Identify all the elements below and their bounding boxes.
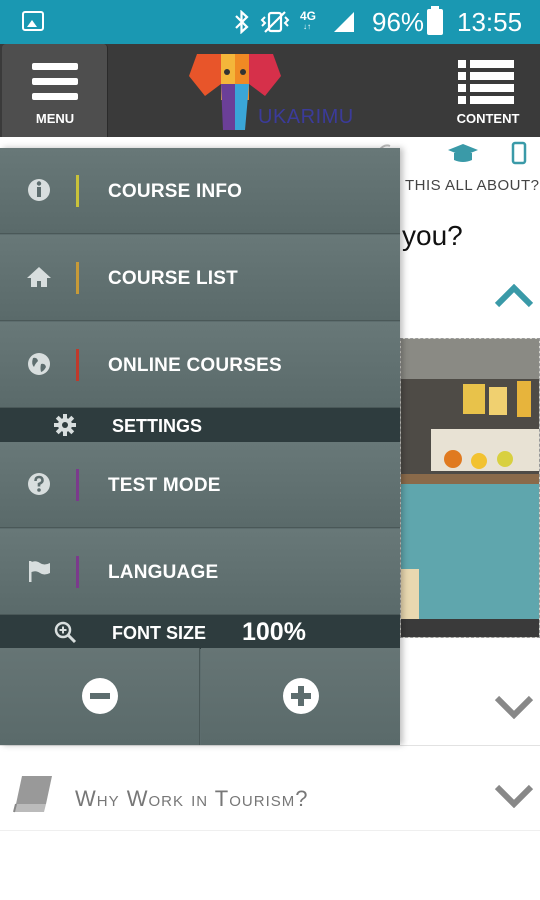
font-size-label: FONT SIZE bbox=[112, 623, 206, 643]
accent-bar bbox=[76, 469, 79, 501]
menu-item-language[interactable]: LANGUAGE bbox=[0, 529, 400, 615]
status-bar: 4G ↓↑ 96% 13:55 bbox=[0, 0, 540, 44]
divider bbox=[0, 830, 540, 831]
plus-circle-icon bbox=[283, 678, 319, 714]
chevron-down-icon[interactable] bbox=[494, 695, 534, 719]
content-list-icon bbox=[458, 60, 514, 104]
background-question-heading: you? bbox=[402, 220, 463, 251]
chevron-down-icon[interactable] bbox=[494, 784, 534, 808]
accent-bar bbox=[76, 175, 79, 207]
network-type: 4G bbox=[300, 9, 317, 23]
content-button[interactable]: CONTENT bbox=[440, 44, 540, 137]
accent-bar bbox=[76, 349, 79, 381]
image-notification-icon bbox=[22, 11, 44, 31]
flag-icon bbox=[29, 561, 50, 582]
clock: 13:55 bbox=[457, 7, 523, 37]
book-icon bbox=[13, 776, 52, 813]
menu-item-label: ONLINE COURSES bbox=[108, 355, 282, 376]
settings-label: SETTINGS bbox=[112, 416, 203, 436]
info-icon bbox=[28, 179, 50, 201]
bluetooth-icon bbox=[235, 10, 249, 34]
increase-font-button[interactable] bbox=[201, 648, 400, 745]
globe-icon bbox=[28, 353, 50, 375]
menu-label: MENU bbox=[35, 111, 75, 126]
topic-title: Why Work in Tourism? bbox=[75, 786, 309, 811]
vibrate-icon bbox=[260, 11, 290, 33]
menu-item-label: LANGUAGE bbox=[108, 562, 219, 583]
menu-item-course-info[interactable]: COURSE INFO bbox=[0, 148, 400, 234]
home-icon bbox=[27, 267, 51, 287]
question-icon bbox=[28, 473, 50, 495]
hamburger-icon bbox=[32, 63, 78, 103]
zoom-in-icon bbox=[54, 621, 77, 644]
menu-item-label: COURSE INFO bbox=[108, 181, 243, 202]
font-size-value: 100% bbox=[242, 618, 306, 646]
menu-item-online-courses[interactable]: ONLINE COURSES bbox=[0, 322, 400, 408]
minus-circle-icon bbox=[82, 678, 118, 714]
battery-percent: 96% bbox=[372, 7, 425, 37]
menu-button[interactable]: MENU bbox=[2, 44, 108, 137]
accent-bar bbox=[76, 556, 79, 588]
background-photo bbox=[400, 338, 540, 638]
content-label: CONTENT bbox=[456, 111, 520, 126]
gear-icon bbox=[54, 414, 76, 436]
menu-item-course-list[interactable]: COURSE LIST bbox=[0, 235, 400, 321]
divider bbox=[0, 745, 540, 746]
signal-icon bbox=[334, 12, 354, 32]
navigation-drawer: COURSE INFO COURSE LIST ONLINE COURSES S bbox=[0, 148, 400, 745]
background-question-text: THIS ALL ABOUT? bbox=[405, 177, 540, 194]
font-size-section-header: FONT SIZE 100% bbox=[0, 615, 400, 649]
app-header: MENU UKARIMU CONTENT bbox=[0, 44, 540, 137]
decrease-font-button[interactable] bbox=[0, 648, 200, 745]
chevron-up-icon[interactable] bbox=[494, 284, 534, 308]
settings-section-header: SETTINGS bbox=[0, 408, 400, 442]
topic-row-why-work-in-tourism[interactable]: Why Work in Tourism? bbox=[0, 760, 540, 830]
accent-bar bbox=[76, 262, 79, 294]
logo-text: UKARIMU bbox=[258, 106, 354, 128]
menu-item-label: TEST MODE bbox=[108, 475, 221, 496]
menu-item-test-mode[interactable]: TEST MODE bbox=[0, 442, 400, 528]
battery-icon bbox=[427, 6, 443, 35]
menu-item-label: COURSE LIST bbox=[108, 268, 238, 289]
